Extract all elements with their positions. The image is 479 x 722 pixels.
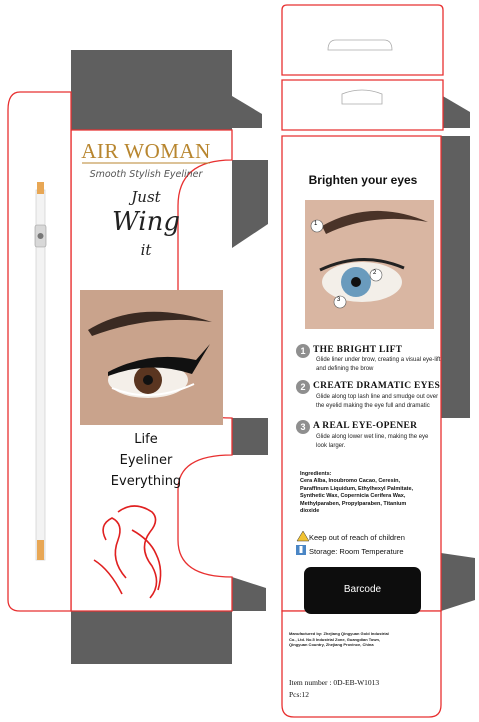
step-desc-2: Glide along top lash line and smudge out…	[316, 394, 439, 409]
hang-slot	[327, 39, 393, 51]
step-number-2: 2	[296, 380, 310, 394]
warning-children: Keep out of reach of children	[309, 533, 405, 542]
photo-marker-2: 2	[373, 270, 377, 276]
ingredients-heading: Ingredients:	[300, 471, 332, 477]
side-title: Brighten your eyes	[308, 173, 418, 187]
pencil-illustration	[34, 182, 47, 561]
photo-marker-1: 1	[314, 221, 318, 227]
headline-just: Just	[131, 188, 161, 206]
step-title-1: THE BRIGHT LIFT	[313, 345, 403, 355]
step-desc-1: Glide liner under brow, creating a visua…	[316, 357, 441, 372]
tagline: Smooth Stylish Eyeliner	[89, 169, 203, 180]
step-number-3: 3	[296, 420, 310, 434]
ingredients-list: Cera Alba, Inoubromo Cacao, Ceresin, Par…	[300, 478, 414, 514]
hang-slot-2	[341, 89, 383, 105]
slogan-everything: Everything	[110, 474, 182, 489]
thermometer-icon	[296, 545, 306, 555]
step-desc-3: Glide along lower wet line, making the e…	[316, 434, 429, 449]
storage-note: Storage: Room Temperature	[309, 547, 404, 556]
side-eye-photo	[305, 200, 434, 329]
headline-wing: Wing	[112, 207, 180, 237]
front-eye-photo	[80, 290, 223, 425]
barcode-label: Barcode	[343, 584, 382, 595]
brand-name: AIR WOMAN	[81, 139, 211, 163]
step-title-2: CREATE DRAMATIC EYES	[313, 381, 441, 391]
photo-marker-3: 3	[337, 297, 341, 303]
step-title-3: A REAL EYE-OPENER	[313, 421, 418, 431]
headline-it: it	[140, 241, 152, 259]
pcs-count: Pcs:12	[289, 690, 310, 699]
item-number: Item number : 0D-EB-W1013	[289, 678, 380, 687]
slogan-life: Life	[134, 432, 158, 447]
slogan-eyeliner: Eyeliner	[119, 453, 173, 468]
step-number-1: 1	[296, 344, 310, 358]
manufacturer-info: Manufactured by: Zhejiang Qingyuan Gold …	[289, 631, 389, 647]
